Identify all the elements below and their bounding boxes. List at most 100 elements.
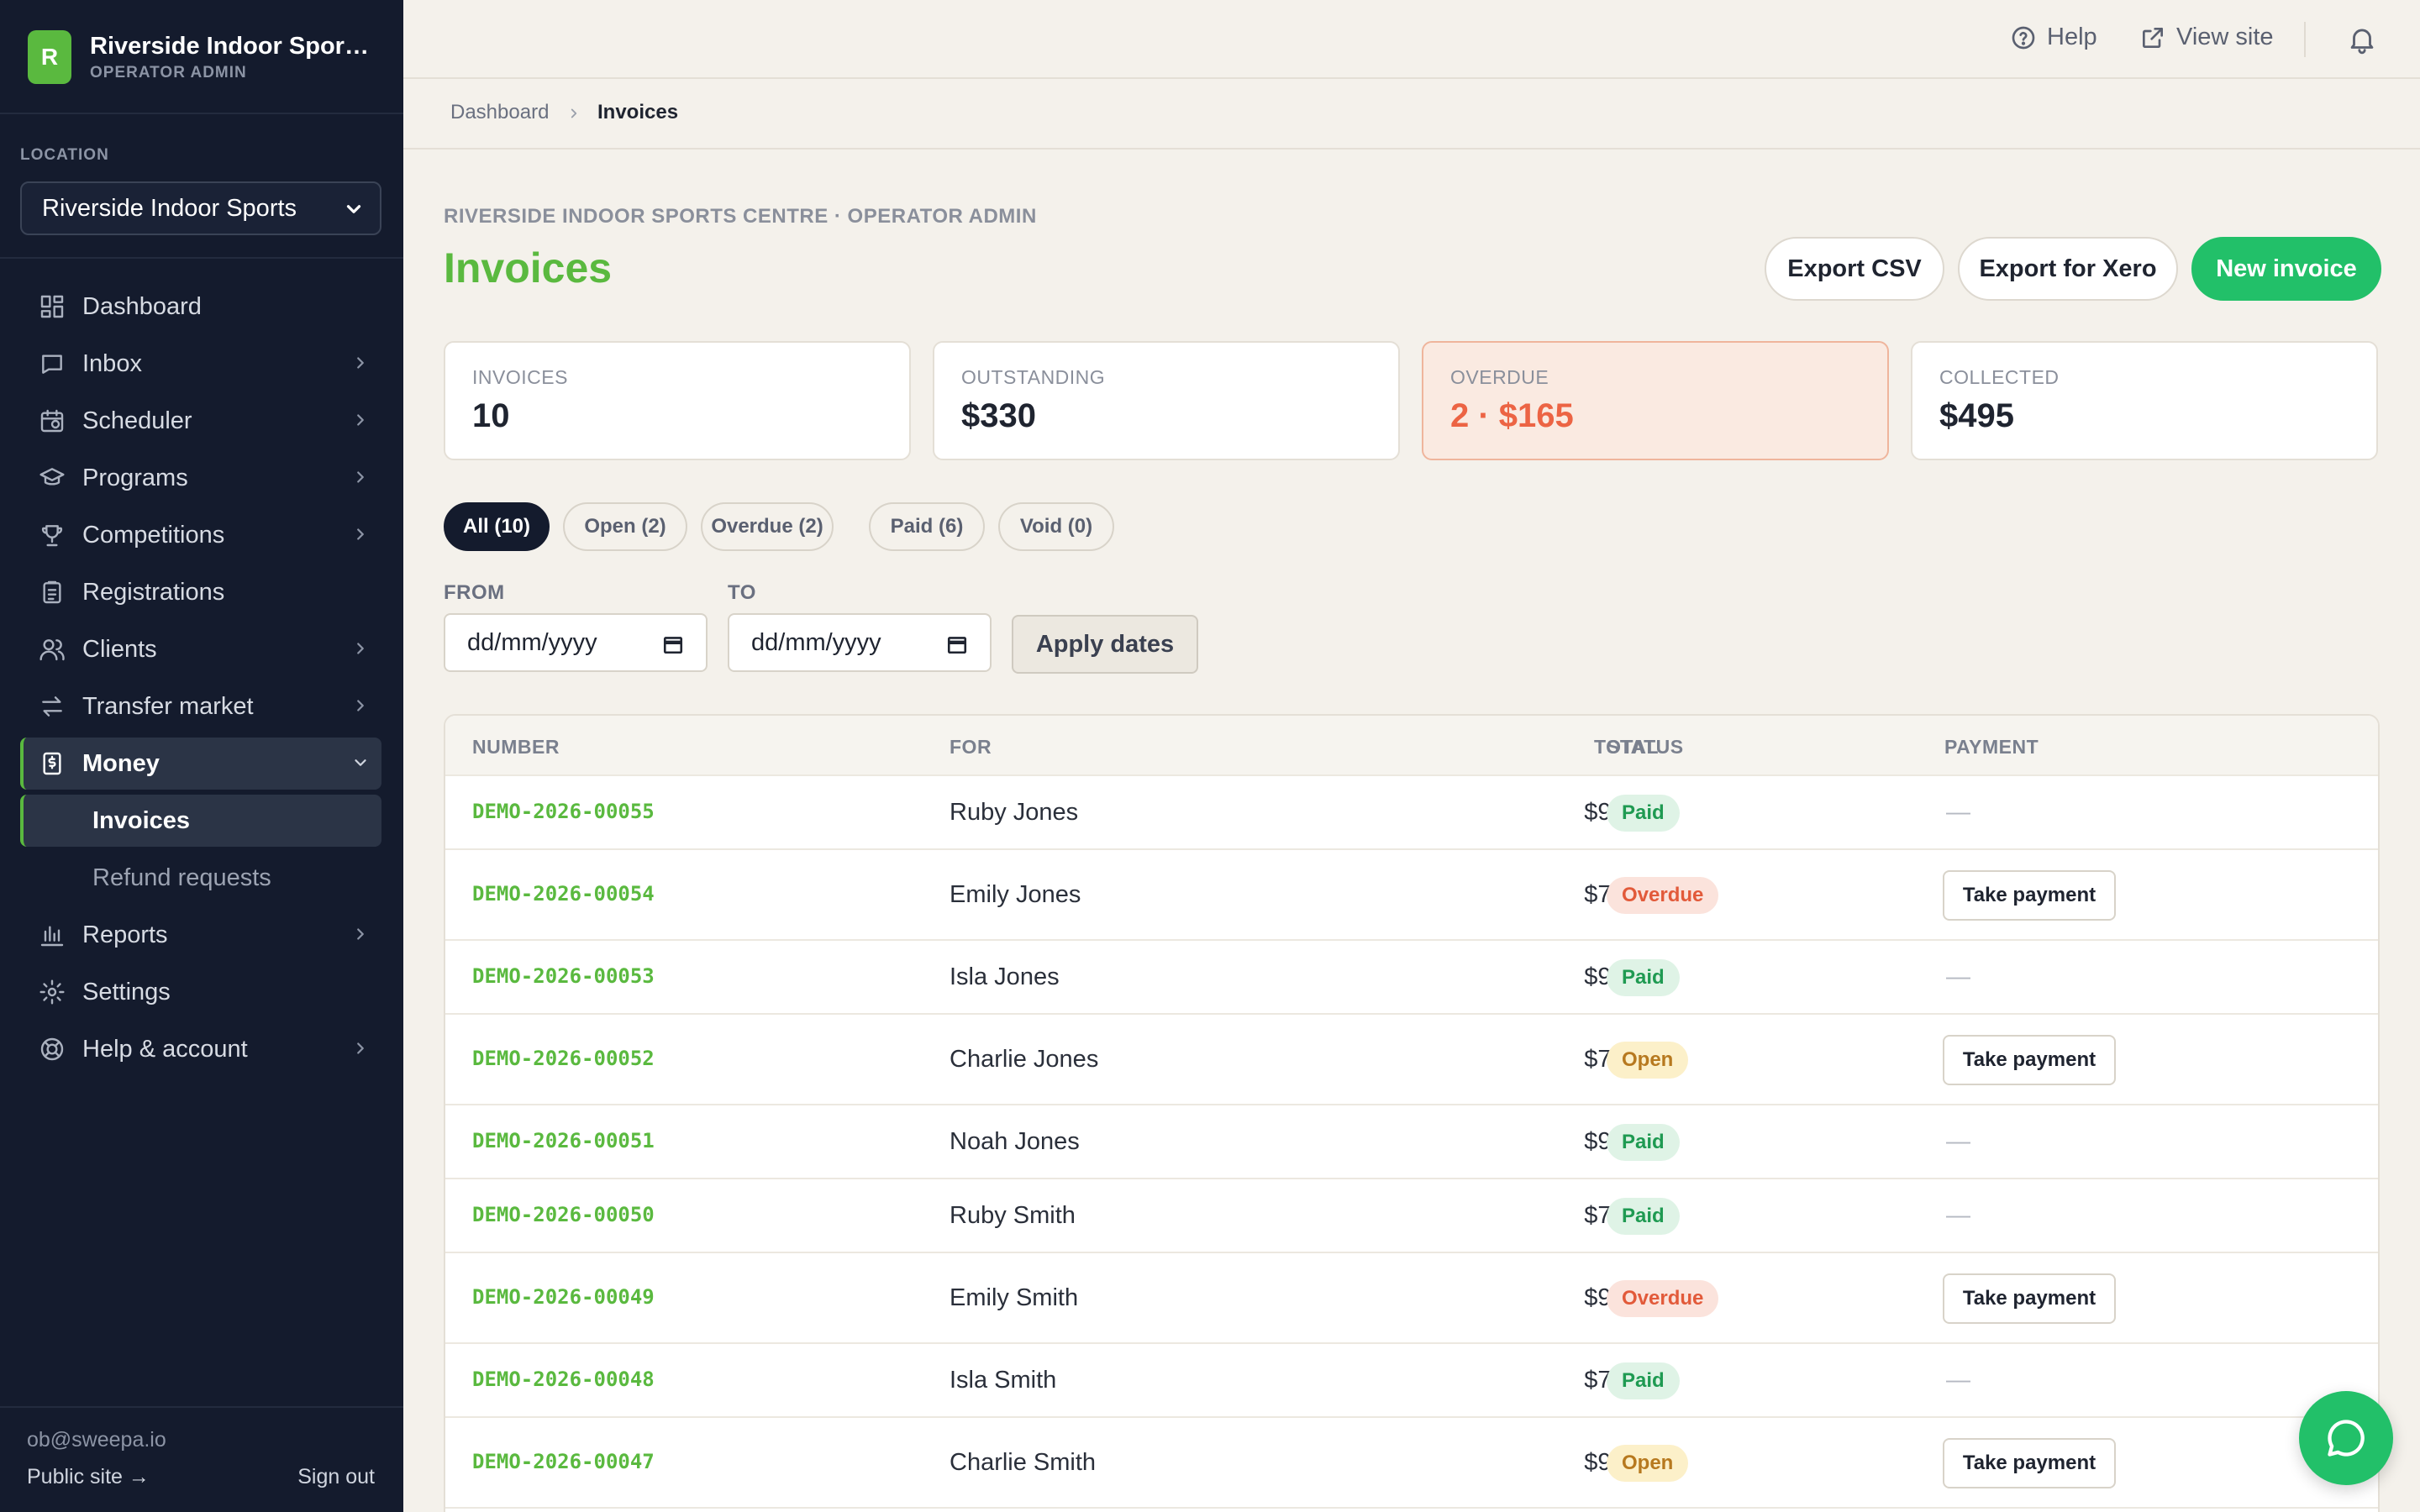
sidebar-item-transfer-market[interactable]: Transfer market bbox=[20, 680, 381, 732]
filter-void[interactable]: Void (0) bbox=[998, 502, 1114, 551]
public-site-link[interactable]: Public site → bbox=[27, 1465, 150, 1489]
sidebar-divider bbox=[0, 257, 403, 259]
sidebar-item-label: Registrations bbox=[82, 578, 225, 606]
chevron-right-icon bbox=[357, 357, 364, 369]
take-payment-button[interactable]: Take payment bbox=[1943, 1438, 2116, 1488]
location-select-value: Riverside Indoor Sports bbox=[42, 194, 297, 222]
sidebar-item-dashboard[interactable]: Dashboard bbox=[20, 281, 381, 333]
chevron-right-icon bbox=[357, 700, 364, 711]
money-icon bbox=[43, 752, 61, 775]
invoice-number-link[interactable]: DEMO-2026-00049 bbox=[472, 1285, 655, 1309]
brand[interactable]: R Riverside Indoor Sports Centre OPERATO… bbox=[28, 30, 376, 84]
export-xero-button[interactable]: Export for Xero bbox=[1958, 237, 2178, 301]
bell-icon[interactable] bbox=[2346, 24, 2378, 55]
table-row[interactable]: DEMO-2026-00051Noah Jones$93.50Paid— bbox=[445, 1105, 2378, 1179]
sidebar-item-label: Programs bbox=[82, 464, 188, 491]
sidebar-item-inbox[interactable]: Inbox bbox=[20, 338, 381, 390]
export-csv-button[interactable]: Export CSV bbox=[1765, 237, 1944, 301]
sidebar-item-scheduler[interactable]: Scheduler bbox=[20, 395, 381, 447]
sidebar-item-label: Money bbox=[82, 749, 160, 777]
invoice-number-link[interactable]: DEMO-2026-00048 bbox=[472, 1368, 655, 1391]
table-row[interactable]: DEMO-2026-00049Emily Smith$93.50OverdueT… bbox=[445, 1253, 2378, 1344]
invoice-number-link[interactable]: DEMO-2026-00054 bbox=[472, 882, 655, 906]
invoice-number-link[interactable]: DEMO-2026-00055 bbox=[472, 800, 655, 823]
brand-logo: R bbox=[28, 30, 71, 84]
from-label: FROM bbox=[444, 581, 505, 604]
sidebar-item-reports[interactable]: Reports bbox=[20, 909, 381, 961]
invoice-number-link[interactable]: DEMO-2026-00047 bbox=[472, 1450, 655, 1473]
apply-dates-button[interactable]: Apply dates bbox=[1012, 615, 1198, 674]
invoice-number-link[interactable]: DEMO-2026-00053 bbox=[472, 964, 655, 988]
to-date-input[interactable]: dd/mm/yyyy bbox=[728, 613, 992, 672]
sign-out-link[interactable]: Sign out bbox=[297, 1465, 375, 1489]
location-select[interactable]: Riverside Indoor Sports bbox=[20, 181, 381, 235]
from-date-input[interactable]: dd/mm/yyyy bbox=[444, 613, 708, 672]
new-invoice-button[interactable]: New invoice bbox=[2191, 237, 2381, 301]
page-title: Invoices bbox=[444, 244, 613, 291]
table-row[interactable]: DEMO-2026-00053Isla Jones$93.50Paid— bbox=[445, 941, 2378, 1015]
invoice-number-link[interactable]: DEMO-2026-00051 bbox=[472, 1129, 655, 1152]
invoice-for: Ruby Jones bbox=[950, 799, 1079, 826]
invoice-number-link[interactable]: DEMO-2026-00050 bbox=[472, 1203, 655, 1226]
invoice-number-link[interactable]: DEMO-2026-00052 bbox=[472, 1047, 655, 1070]
sidebar-item-help-account[interactable]: Help & account bbox=[20, 1023, 381, 1075]
no-payment-placeholder: — bbox=[1946, 1202, 1970, 1229]
sidebar-item-clients[interactable]: Clients bbox=[20, 623, 381, 675]
take-payment-button[interactable]: Take payment bbox=[1943, 1273, 2116, 1324]
chevron-down-icon bbox=[355, 759, 366, 766]
take-payment-button[interactable]: Take payment bbox=[1943, 870, 2116, 921]
invoice-for: Emily Jones bbox=[950, 881, 1081, 908]
sidebar-item-money[interactable]: Money bbox=[20, 738, 381, 790]
invoice-for: Isla Jones bbox=[950, 963, 1060, 990]
filter-all[interactable]: All (10) bbox=[444, 502, 550, 551]
view-site-link[interactable]: View site bbox=[2139, 24, 2274, 51]
sidebar-item-programs[interactable]: Programs bbox=[20, 452, 381, 504]
table-row[interactable]: DEMO-2026-00048Isla Smith$71.50Paid— bbox=[445, 1344, 2378, 1418]
stat-label: INVOICES bbox=[472, 366, 568, 388]
filter-paid[interactable]: Paid (6) bbox=[869, 502, 985, 551]
chevron-right-icon bbox=[357, 1042, 364, 1054]
table-row[interactable]: DEMO-2026-00047Charlie Smith$93.50OpenTa… bbox=[445, 1418, 2378, 1509]
invoice-for: Noah Jones bbox=[950, 1128, 1080, 1155]
filter-open[interactable]: Open (2) bbox=[563, 502, 687, 551]
sidebar-divider bbox=[0, 1406, 403, 1408]
table-row[interactable]: DEMO-2026-00052Charlie Jones$71.50OpenTa… bbox=[445, 1015, 2378, 1105]
location-label: LOCATION bbox=[20, 146, 109, 164]
sidebar-item-label: Clients bbox=[82, 635, 157, 663]
filter-overdue[interactable]: Overdue (2) bbox=[701, 502, 834, 551]
invoice-for: Charlie Jones bbox=[950, 1046, 1099, 1073]
breadcrumb-dashboard[interactable]: Dashboard bbox=[450, 101, 549, 124]
sidebar-item-label: Competitions bbox=[82, 521, 225, 549]
take-payment-button[interactable]: Take payment bbox=[1943, 1035, 2116, 1085]
sidebar-item-label: Dashboard bbox=[82, 292, 202, 320]
help-label: Help bbox=[2047, 24, 2097, 50]
stat-card-outstanding: OUTSTANDING $330 bbox=[933, 341, 1400, 460]
trophy-icon bbox=[41, 525, 63, 547]
page-eyebrow: RIVERSIDE INDOOR SPORTS CENTRE · OPERATO… bbox=[444, 205, 1037, 228]
chat-button[interactable] bbox=[2299, 1391, 2393, 1485]
stat-label: OUTSTANDING bbox=[961, 366, 1106, 388]
transfer-icon bbox=[42, 696, 62, 717]
table-row[interactable]: DEMO-2026-00050Ruby Smith$71.50Paid— bbox=[445, 1179, 2378, 1253]
sidebar-item-label: Inbox bbox=[82, 349, 142, 377]
dashboard-icon bbox=[40, 295, 64, 318]
sidebar-subitem-refund-requests[interactable]: Refund requests bbox=[20, 852, 381, 904]
table-row[interactable]: DEMO-2026-00055Ruby Jones$93.50Paid— bbox=[445, 776, 2378, 850]
help-link[interactable]: Help bbox=[2010, 24, 2097, 51]
invoice-for: Charlie Smith bbox=[950, 1449, 1097, 1476]
table-row[interactable]: DEMO-2026-00054Emily Jones$71.50OverdueT… bbox=[445, 850, 2378, 941]
invoice-for: Emily Smith bbox=[950, 1284, 1079, 1311]
calendar-icon bbox=[663, 637, 683, 654]
sidebar-subitem-invoices[interactable]: Invoices bbox=[20, 795, 381, 847]
sidebar-item-settings[interactable]: Settings bbox=[20, 966, 381, 1018]
sidebar-item-competitions[interactable]: Competitions bbox=[20, 509, 381, 561]
to-label: TO bbox=[728, 581, 756, 604]
stat-card-invoices: INVOICES 10 bbox=[444, 341, 911, 460]
sidebar-item-label: Settings bbox=[82, 978, 171, 1005]
sidebar-item-label: Reports bbox=[82, 921, 168, 948]
to-date-placeholder: dd/mm/yyyy bbox=[751, 628, 881, 656]
chat-bubble-icon bbox=[2328, 1420, 2365, 1457]
sidebar-item-registrations[interactable]: Registrations bbox=[20, 566, 381, 618]
chevron-right-icon bbox=[357, 643, 364, 654]
no-payment-placeholder: — bbox=[1946, 799, 1970, 826]
